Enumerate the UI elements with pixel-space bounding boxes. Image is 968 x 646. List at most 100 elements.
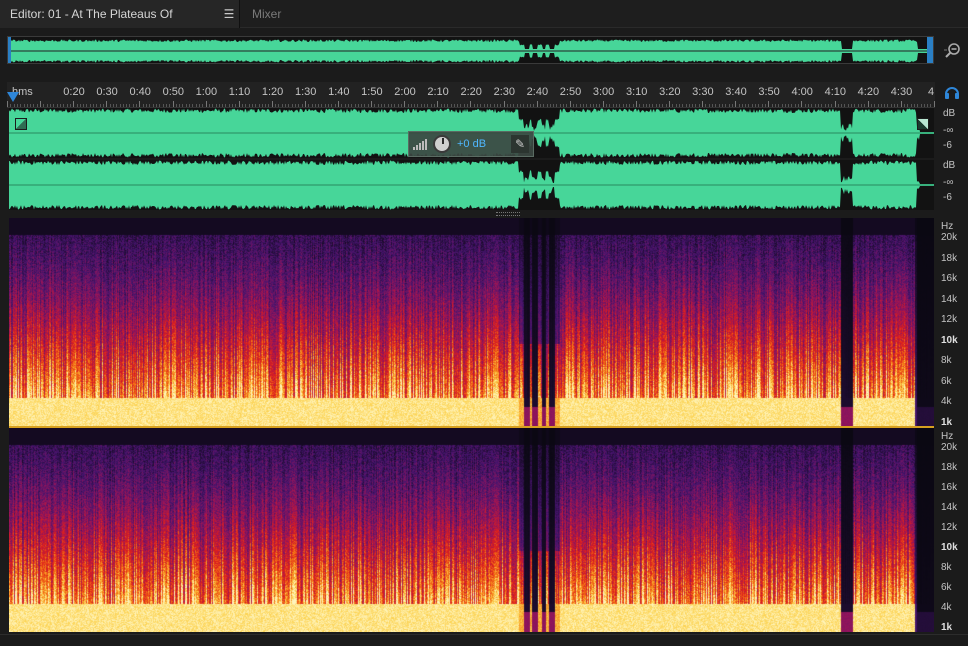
waveform-channel-right[interactable]: [9, 160, 934, 210]
ruler-tick: [642, 104, 644, 107]
ruler-tick: [907, 104, 909, 107]
spectrogram-right[interactable]: [9, 428, 934, 632]
frequency-label: 20k: [941, 232, 958, 243]
ruler-tick: [867, 101, 869, 107]
ruler-tick: [619, 104, 621, 107]
ruler-tick: [467, 104, 469, 107]
playhead-marker[interactable]: [7, 92, 19, 102]
ruler-tick-label: 4:10: [824, 86, 847, 98]
ruler-tick: [473, 104, 475, 107]
pin-hud-icon[interactable]: ✎: [511, 135, 529, 153]
ruler-tick: [771, 104, 773, 107]
ruler-tick-label: 1:20: [261, 86, 284, 98]
ruler-tick: [556, 104, 558, 107]
ruler-tick: [589, 104, 591, 107]
fade-in-handle[interactable]: [15, 118, 27, 130]
ruler-tick: [761, 104, 763, 107]
ruler-tick: [50, 104, 52, 107]
ruler-tick: [678, 104, 680, 107]
frequency-label: 14k: [941, 293, 958, 305]
gain-value[interactable]: +0 dB: [457, 138, 486, 150]
ruler-tick: [563, 104, 565, 107]
ruler-tick: [516, 104, 518, 107]
ruler-tick: [559, 104, 561, 107]
ruler-tick: [169, 104, 171, 107]
ruler-tick: [314, 104, 316, 107]
ruler-tick: [26, 104, 28, 107]
ruler-tick: [672, 104, 674, 107]
ruler-tick-label: 4:30: [890, 86, 913, 98]
overview-right-handle[interactable]: [927, 37, 933, 63]
ruler-tick: [817, 104, 819, 107]
ruler-tick: [172, 101, 174, 107]
ruler-tick: [884, 104, 886, 107]
ruler-tick: [463, 104, 465, 107]
waveform-right-shape: [9, 160, 934, 210]
ruler-tick: [539, 104, 541, 107]
ruler-tick: [278, 104, 280, 107]
frequency-label: 12k: [941, 522, 958, 533]
ruler-tick: [308, 104, 310, 107]
headphones-icon[interactable]: [944, 84, 960, 100]
ruler-tick-label: 3:10: [625, 86, 648, 98]
ruler-tick: [692, 104, 694, 107]
ruler-tick: [887, 104, 889, 107]
ruler-tick-label: 2:50: [559, 86, 582, 98]
ruler-tick: [136, 104, 138, 107]
overview-left-handle[interactable]: [8, 37, 11, 63]
ruler-tick: [453, 104, 455, 107]
tab-mixer[interactable]: Mixer: [240, 0, 291, 28]
ruler-tick: [596, 104, 598, 107]
amp-right-unit: dB: [943, 160, 956, 171]
time-ruler[interactable]: hms 0:20 0:30 0:40 0:50 1:00 1:10 1:20 1:30 1:40…: [7, 82, 935, 108]
ruler-tick: [258, 104, 260, 107]
tab-editor[interactable]: Editor: 01 - At The Plateaus Of Leng.mp3: [0, 0, 240, 49]
ruler-tick: [271, 101, 273, 107]
ruler-tick: [788, 104, 790, 107]
spectrogram-right-canvas: [9, 428, 934, 632]
ruler-tick: [341, 104, 343, 107]
ruler-tick: [894, 104, 896, 107]
ruler-tick: [490, 104, 492, 107]
ruler-tick-label: 1:50: [361, 86, 383, 98]
ruler-tick: [655, 104, 657, 107]
frequency-label: Hz: [941, 431, 954, 442]
ruler-tick: [96, 104, 98, 107]
ruler-tick-label: 3:20: [659, 86, 681, 98]
ruler-tick: [784, 104, 786, 107]
panel-menu-icon[interactable]: ☰: [222, 0, 236, 28]
ruler-tick: [175, 104, 177, 107]
ruler-tick: [821, 104, 823, 107]
ruler-tick: [579, 104, 581, 107]
ruler-tick: [741, 104, 743, 107]
ruler-tick: [30, 104, 32, 107]
fade-out-handle[interactable]: [917, 118, 929, 130]
ruler-tick: [748, 104, 750, 107]
overview-navigator[interactable]: [7, 36, 934, 64]
spectrogram-left[interactable]: [9, 218, 934, 427]
zoom-out-full-icon[interactable]: [942, 40, 964, 62]
ruler-tick: [447, 104, 449, 107]
ruler-tick: [738, 104, 740, 107]
panel-resize-grip[interactable]: [496, 212, 520, 216]
ruler-tick: [917, 104, 919, 107]
ruler-tick-label: 0:20: [63, 86, 85, 98]
gain-knob[interactable]: [433, 135, 451, 153]
ruler-tick: [222, 104, 224, 107]
ruler-tick: [159, 104, 161, 107]
frequency-label: 18k: [941, 462, 958, 473]
ruler-tick: [381, 104, 383, 107]
ruler-tick: [900, 101, 902, 107]
ruler-tick: [573, 104, 574, 107]
ruler-tick: [635, 101, 637, 107]
ruler-tick: [324, 104, 326, 107]
ruler-tick: [185, 104, 187, 107]
ruler-tick: [586, 104, 588, 107]
ruler-tick: [662, 104, 664, 107]
ruler-tick: [417, 104, 419, 107]
ruler-tick: [195, 104, 197, 107]
ruler-tick: [675, 104, 677, 107]
ruler-tick: [745, 104, 747, 107]
ruler-tick: [69, 104, 71, 107]
frequency-label: 1k: [941, 417, 953, 428]
